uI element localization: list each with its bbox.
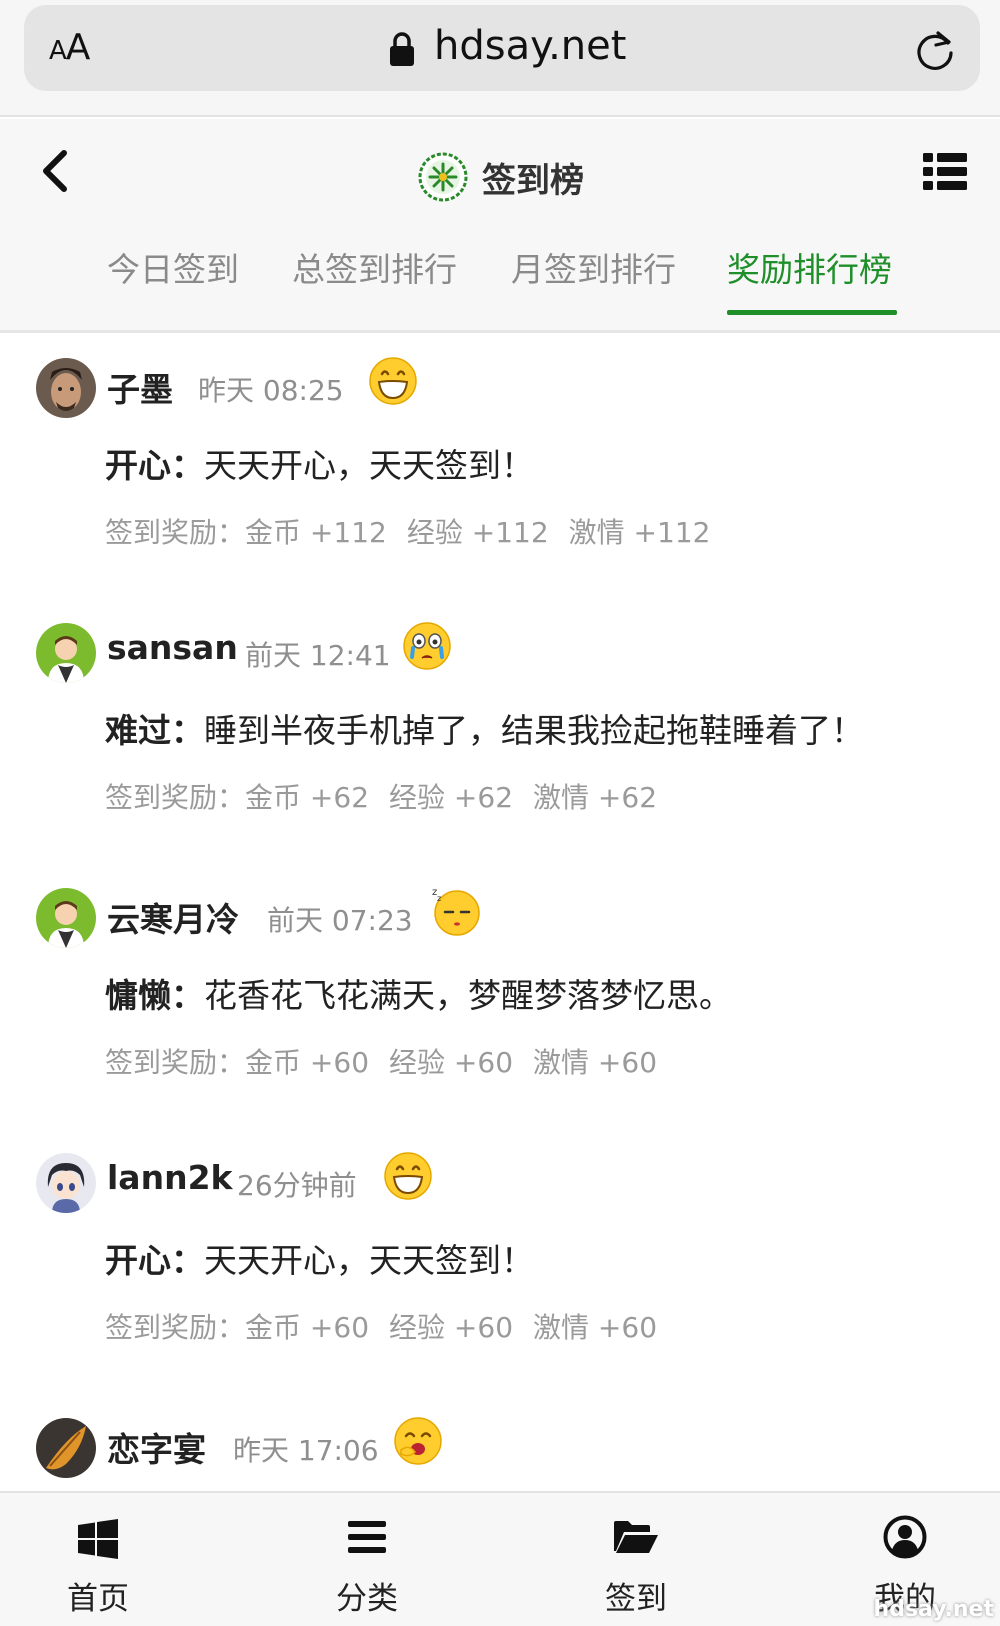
windows-icon bbox=[78, 1519, 118, 1559]
folder-open-icon bbox=[614, 1521, 658, 1553]
reward-passion: 激情 +60 bbox=[533, 1046, 658, 1079]
reward-label: 签到奖励： bbox=[105, 1046, 246, 1079]
message-text: 天天开心，天天签到！ bbox=[204, 1241, 534, 1280]
nav-category-label: 分类 bbox=[336, 1581, 398, 1617]
reward-coins: 金币 +60 bbox=[245, 1046, 370, 1079]
reward-line: 签到奖励：金币 +112 经验 +112 激情 +112 bbox=[105, 511, 730, 551]
ranking-tabs: 今日签到 总签到排行 月签到排行 奖励排行榜 bbox=[0, 215, 1000, 333]
nav-checkin-label: 签到 bbox=[605, 1581, 667, 1617]
checkin-message: 慵懒：花香花飞花满天，梦醒梦落梦忆思。 bbox=[105, 969, 732, 1017]
avatar[interactable] bbox=[36, 623, 96, 683]
avatar[interactable] bbox=[36, 1418, 96, 1478]
active-tab-indicator bbox=[727, 310, 897, 315]
list-item: 子墨 昨天 08:25 开心：天天开心，天天签到！ 签到奖励：金币 +112 经验… bbox=[0, 336, 1000, 601]
checkin-message: 开心：天天开心，天天签到！ bbox=[105, 1234, 534, 1282]
nav-home-label: 首页 bbox=[67, 1581, 129, 1617]
watermark: hdsay.net bbox=[873, 1597, 994, 1622]
reward-label: 签到奖励： bbox=[105, 781, 246, 814]
avatar[interactable] bbox=[36, 888, 96, 948]
bottom-nav: 首页 分类 签到 我的 hdsay.net bbox=[0, 1491, 1000, 1626]
message-text: 天天开心，天天签到！ bbox=[204, 446, 534, 485]
reward-label: 签到奖励： bbox=[105, 516, 246, 549]
reward-label: 签到奖励： bbox=[105, 1311, 246, 1344]
reward-passion: 激情 +62 bbox=[533, 781, 658, 814]
user-circle-icon bbox=[883, 1515, 927, 1559]
text-size-button[interactable]: AA bbox=[49, 27, 90, 68]
reward-line: 签到奖励：金币 +60 经验 +60 激情 +60 bbox=[105, 1306, 677, 1346]
username[interactable]: lann2k bbox=[107, 1158, 232, 1197]
reward-line: 签到奖励：金币 +62 经验 +62 激情 +62 bbox=[105, 776, 677, 816]
list-item: sansan 前天 12:41 难过：睡到半夜手机掉了，结果我捡起拖鞋睡着了！ … bbox=[0, 601, 1000, 866]
menu-icon[interactable] bbox=[923, 153, 967, 191]
avatar[interactable] bbox=[36, 1153, 96, 1213]
yawn-emoji-icon bbox=[394, 1417, 442, 1465]
reward-exp: 经验 +62 bbox=[389, 781, 514, 814]
reward-exp: 经验 +60 bbox=[389, 1311, 514, 1344]
svg-text:z: z bbox=[437, 894, 441, 903]
nav-category[interactable]: 分类 bbox=[297, 1493, 437, 1626]
list-item: lann2k 26分钟前 开心：天天开心，天天签到！ 签到奖励：金币 +60 经验… bbox=[0, 1131, 1000, 1396]
username[interactable]: 子墨 bbox=[107, 363, 173, 411]
checkin-message: 难过：睡到半夜手机掉了，结果我捡起拖鞋睡着了！ bbox=[105, 704, 864, 752]
app-header: 签到榜 今日签到 总签到排行 月签到排行 奖励排行榜 bbox=[0, 119, 1000, 333]
site-logo-icon bbox=[418, 152, 468, 202]
page-title: 签到榜 bbox=[482, 160, 584, 201]
grin-emoji-icon bbox=[369, 357, 417, 405]
list-icon bbox=[348, 1521, 386, 1553]
checkin-list: 子墨 昨天 08:25 开心：天天开心，天天签到！ 签到奖励：金币 +112 经验… bbox=[0, 336, 1000, 1491]
page-title-group: 签到榜 bbox=[418, 149, 584, 205]
reward-passion: 激情 +112 bbox=[568, 516, 711, 549]
reload-icon[interactable] bbox=[914, 29, 956, 71]
message-text: 睡到半夜手机掉了，结果我捡起拖鞋睡着了！ bbox=[204, 711, 864, 750]
tab-today-checkin[interactable]: 今日签到 bbox=[107, 243, 239, 291]
reward-coins: 金币 +112 bbox=[245, 516, 387, 549]
list-item: 恋字宴 昨天 17:06 bbox=[0, 1396, 1000, 1491]
checkin-time: 昨天 08:25 bbox=[198, 374, 344, 407]
reward-exp: 经验 +112 bbox=[406, 516, 549, 549]
grin-emoji-icon bbox=[384, 1152, 432, 1200]
avatar[interactable] bbox=[36, 358, 96, 418]
mood-label: 开心： bbox=[105, 446, 204, 485]
message-text: 花香花飞花满天，梦醒梦落梦忆思。 bbox=[204, 976, 732, 1015]
checkin-time: 前天 12:41 bbox=[245, 639, 391, 672]
tab-monthly-ranking[interactable]: 月签到排行 bbox=[511, 243, 676, 291]
browser-toolbar: AA hdsay.net bbox=[0, 0, 1000, 117]
username[interactable]: 云寒月冷 bbox=[107, 893, 239, 941]
checkin-time: 昨天 17:06 bbox=[233, 1434, 379, 1467]
reward-coins: 金币 +62 bbox=[245, 781, 370, 814]
mood-label: 难过： bbox=[105, 711, 204, 750]
username[interactable]: 恋字宴 bbox=[107, 1423, 206, 1471]
mood-label: 慵懒： bbox=[105, 976, 204, 1015]
tab-reward-ranking[interactable]: 奖励排行榜 bbox=[727, 243, 892, 291]
nav-checkin[interactable]: 签到 bbox=[566, 1493, 706, 1626]
list-item: 云寒月冷 前天 07:23 z z 慵懒：花香花飞花满天，梦醒梦落梦忆思。 签到… bbox=[0, 866, 1000, 1131]
address-bar[interactable]: AA hdsay.net bbox=[24, 5, 980, 91]
tab-total-ranking[interactable]: 总签到排行 bbox=[292, 243, 457, 291]
crying-emoji-icon bbox=[403, 622, 451, 670]
username[interactable]: sansan bbox=[107, 628, 238, 667]
nav-home[interactable]: 首页 bbox=[28, 1493, 168, 1626]
reward-line: 签到奖励：金币 +60 经验 +60 激情 +60 bbox=[105, 1041, 677, 1081]
checkin-time: 前天 07:23 bbox=[267, 904, 413, 937]
address-domain[interactable]: hdsay.net bbox=[434, 23, 626, 69]
mood-label: 开心： bbox=[105, 1241, 204, 1280]
reward-exp: 经验 +60 bbox=[389, 1046, 514, 1079]
back-icon[interactable] bbox=[38, 149, 70, 193]
sleepy-emoji-icon: z z bbox=[432, 887, 480, 936]
checkin-time: 26分钟前 bbox=[237, 1169, 357, 1202]
reward-coins: 金币 +60 bbox=[245, 1311, 370, 1344]
lock-icon bbox=[390, 32, 414, 66]
reward-passion: 激情 +60 bbox=[533, 1311, 658, 1344]
checkin-message: 开心：天天开心，天天签到！ bbox=[105, 439, 534, 487]
